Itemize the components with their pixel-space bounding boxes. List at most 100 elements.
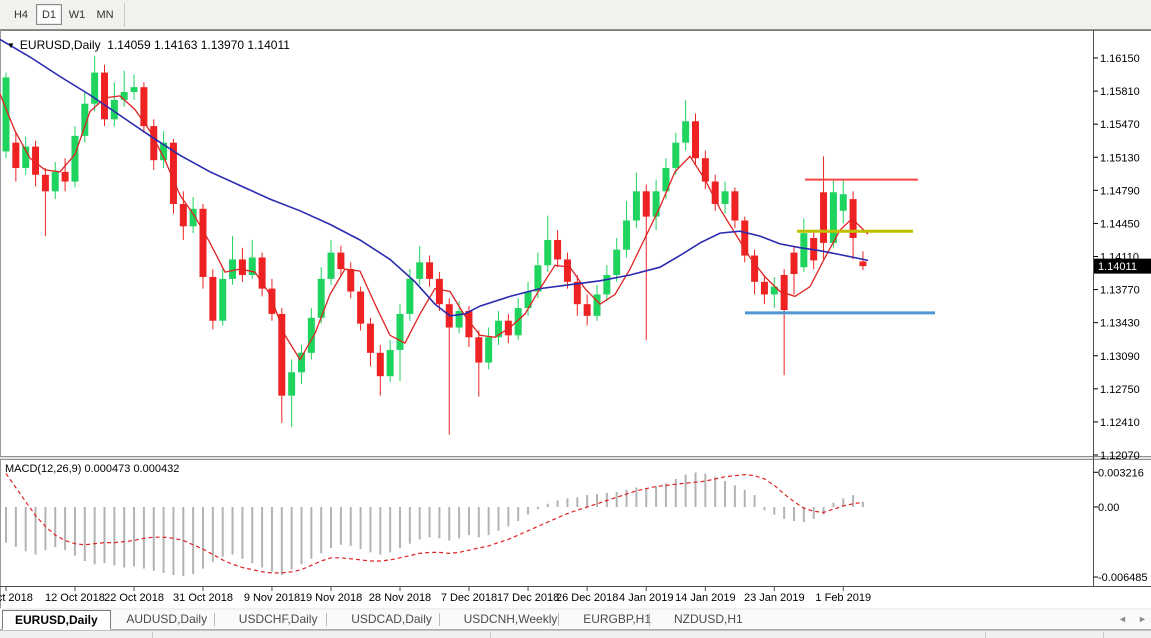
candle-down	[574, 282, 581, 304]
timeframe-button-h4[interactable]: H4	[8, 4, 34, 25]
date-tick-label: 1 Feb 2019	[815, 592, 871, 604]
candle-up	[633, 191, 640, 220]
status-divider	[152, 632, 153, 638]
candle-up	[682, 121, 689, 142]
candle-down	[564, 259, 571, 281]
candle-down	[259, 257, 266, 288]
candle-up	[71, 136, 78, 182]
price-tick-label: 1.13430	[1100, 318, 1140, 330]
macd-value: 0.000473	[84, 463, 130, 475]
candle-up	[397, 314, 404, 350]
tab-usdcad-daily[interactable]: USDCAD,Daily	[339, 610, 444, 629]
price-tick-label: 1.12750	[1100, 384, 1140, 396]
candle-up	[623, 220, 630, 249]
price-tick-label: 1.14790	[1100, 185, 1140, 197]
candle-down	[820, 192, 827, 243]
tab-eurusd-daily[interactable]: EURUSD,Daily	[2, 610, 111, 630]
candle-up	[131, 87, 138, 92]
tab-separator	[649, 613, 650, 626]
tab-usdchf-daily[interactable]: USDCHF,Daily	[227, 610, 330, 629]
macd-tick-label: -0.006485	[1098, 572, 1148, 584]
tab-scroll-right-icon[interactable]: ►	[1138, 614, 1147, 624]
candle-down	[791, 253, 798, 274]
candle-down	[12, 143, 19, 168]
candle-up	[456, 311, 463, 328]
chart-dropdown-icon[interactable]: ▼	[7, 41, 15, 50]
candle-up	[603, 275, 610, 294]
candle-down	[761, 282, 768, 295]
tab-nzdusd-h1[interactable]: NZDUSD,H1	[662, 610, 755, 629]
tab-separator	[326, 613, 327, 626]
date-tick-label: 9 Nov 2018	[244, 592, 300, 604]
tab-separator	[439, 613, 440, 626]
candle-up	[229, 259, 236, 278]
candle-down	[62, 172, 69, 182]
tab-usdcnh-weekly[interactable]: USDCNH,Weekly	[452, 610, 570, 629]
candle-down	[367, 324, 374, 353]
date-tick-label: 14 Jan 2019	[675, 592, 736, 604]
timeframe-button-mn[interactable]: MN	[92, 4, 118, 25]
chart-ohlc-values: 1.14059 1.14163 1.13970 1.14011	[107, 38, 290, 52]
price-tick-label: 1.13770	[1100, 285, 1140, 297]
chart-canvas[interactable]: 1.161501.158101.154701.151301.147901.144…	[0, 30, 1151, 608]
candle-down	[426, 262, 433, 279]
price-tick-label: 1.15470	[1100, 119, 1140, 131]
candle-down	[180, 204, 187, 226]
chart-symbol-label: EURUSD,Daily	[20, 38, 101, 52]
status-divider	[490, 632, 491, 638]
candle-down	[377, 353, 384, 376]
tab-separator	[214, 613, 215, 626]
toolbar-separator	[124, 3, 125, 27]
date-tick-label: 22 Oct 2018	[104, 592, 164, 604]
date-tick-label: 26 Dec 2018	[556, 592, 618, 604]
date-tick-label: 31 Oct 2018	[173, 592, 233, 604]
date-tick-label: 28 Nov 2018	[369, 592, 431, 604]
candle-down	[239, 259, 246, 275]
candle-up	[722, 191, 729, 204]
candle-up	[800, 233, 807, 267]
date-tick-label: 12 Oct 2018	[45, 592, 105, 604]
candle-down	[692, 121, 699, 158]
candle-up	[485, 337, 492, 362]
candle-up	[653, 191, 660, 216]
candle-down	[584, 304, 591, 316]
candle-up	[52, 172, 59, 191]
timeframe-button-d1[interactable]: D1	[36, 4, 62, 25]
candle-down	[337, 253, 344, 270]
macd-tick-label: 0.00	[1098, 502, 1119, 514]
status-bar	[0, 630, 1151, 637]
date-tick-label: 23 Jan 2019	[744, 592, 805, 604]
candle-up	[387, 350, 394, 376]
timeframe-button-w1[interactable]: W1	[64, 4, 90, 25]
timeframe-toolbar: H4D1W1MN	[0, 0, 1151, 30]
candle-down	[475, 337, 482, 362]
candle-down	[859, 261, 866, 266]
date-tick-label: 17 Dec 2018	[497, 592, 559, 604]
tab-audusd-daily[interactable]: AUDUSD,Daily	[114, 610, 219, 629]
price-tick-label: 1.15130	[1100, 152, 1140, 164]
candle-up	[613, 250, 620, 275]
price-tick-label: 1.16150	[1100, 53, 1140, 65]
tab-scroll-left-icon[interactable]: ◄	[1118, 614, 1127, 624]
candle-up	[406, 279, 413, 314]
chart-window: 1.161501.158101.154701.151301.147901.144…	[0, 30, 1151, 608]
candle-up	[121, 92, 128, 100]
candle-up	[544, 240, 551, 265]
candle-down	[209, 277, 216, 321]
candle-down	[101, 73, 108, 120]
status-divider	[985, 632, 986, 638]
price-tick-label: 1.12410	[1100, 417, 1140, 429]
symbol-tab-bar: ◄ ► EURUSD,DailyAUDUSD,Daily USDCHF,Daily…	[0, 610, 1151, 630]
candle-up	[219, 279, 226, 321]
price-tick-label: 1.12070	[1100, 450, 1140, 462]
candle-down	[702, 158, 709, 181]
current-price-value: 1.14011	[1098, 261, 1137, 273]
macd-signal-value: 0.000432	[133, 463, 179, 475]
candle-down	[357, 292, 364, 324]
candle-up	[416, 262, 423, 279]
candle-up	[830, 192, 837, 243]
date-tick-label: 4 Jan 2019	[619, 592, 673, 604]
macd-label: MACD(12,26,9)	[5, 463, 81, 475]
candle-down	[200, 209, 207, 277]
candle-down	[731, 191, 738, 220]
